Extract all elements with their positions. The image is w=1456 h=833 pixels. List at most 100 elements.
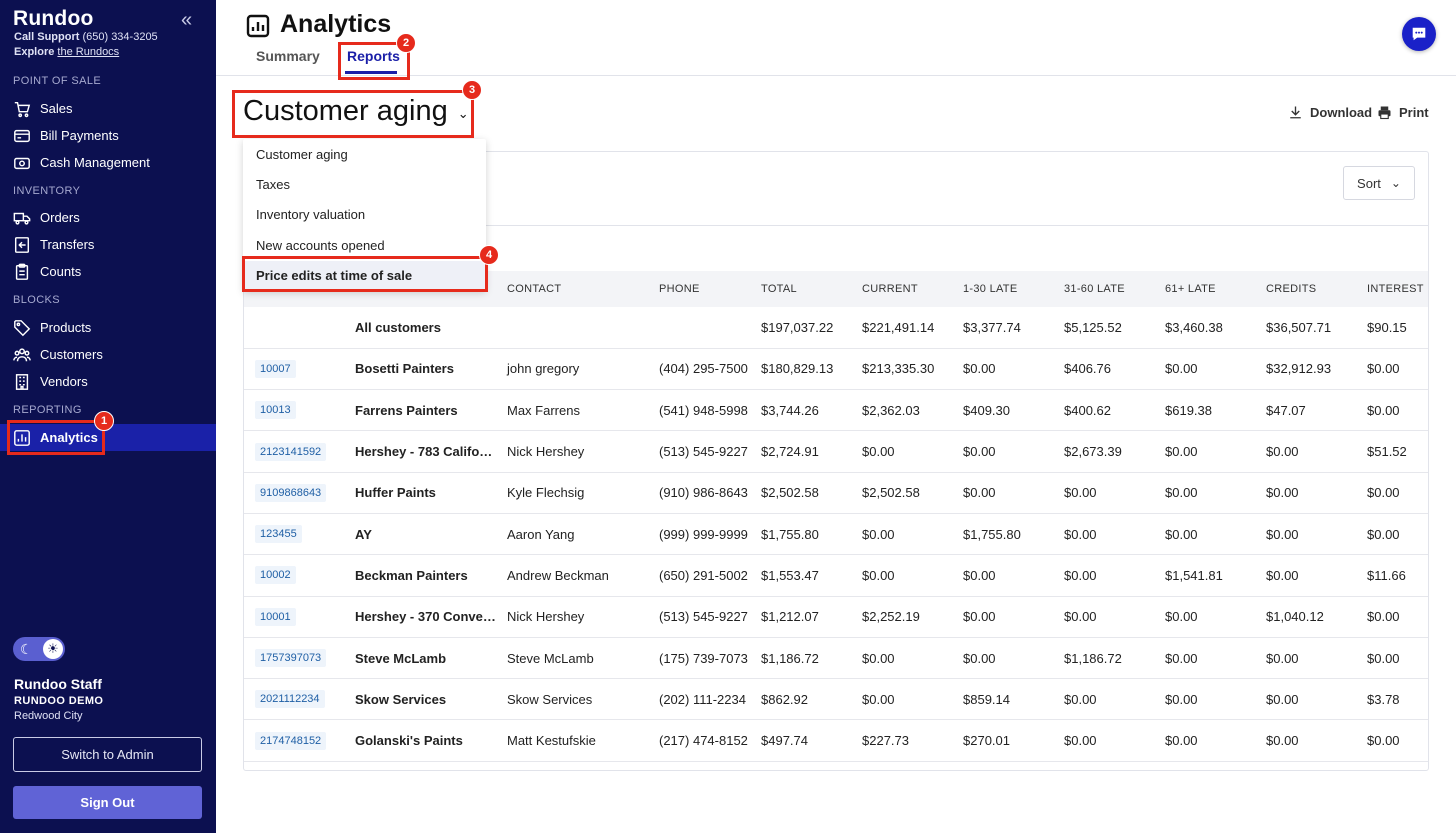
section-reporting: REPORTING <box>13 404 82 416</box>
download-button[interactable]: Download <box>1288 105 1372 120</box>
cell-id: 10001 <box>244 596 344 638</box>
table-row[interactable]: 9109868643 Huffer Paints Kyle Flechsig (910… <box>244 472 1428 514</box>
sidebar-item-products[interactable]: Products <box>0 314 216 341</box>
call-support: Call Support (650) 334-3205 <box>14 31 158 43</box>
summary-row: All customers $197,037.22 $221,491.14 $3… <box>244 307 1428 349</box>
cell-late60: $0.00 <box>1053 678 1154 721</box>
cell-contact: Kyle Flechsig <box>496 472 648 514</box>
theme-toggle[interactable]: ☾ ☀ <box>13 637 65 661</box>
table-row[interactable]: 10001 Hershey - 370 Conve… Nick Hershey (51… <box>244 596 1428 638</box>
cell-name: Hershey - 783 Califo… <box>344 430 496 473</box>
col-header-31-60-late[interactable]: 31-60 LATE <box>1053 271 1154 307</box>
menu-item-customer-aging[interactable]: Customer aging <box>243 139 486 169</box>
menu-item-inventory-valuation[interactable]: Inventory valuation <box>243 200 486 230</box>
col-header-1-30-late[interactable]: 1-30 LATE <box>952 271 1053 307</box>
cell-late60: $0.00 <box>1053 719 1154 762</box>
col-header-contact[interactable]: CONTACT <box>496 271 648 307</box>
print-button[interactable]: Print <box>1377 105 1429 120</box>
collapse-sidebar-icon[interactable]: « <box>181 9 192 32</box>
table-row[interactable]: 10007 Bosetti Painters john gregory (404) 2… <box>244 348 1428 391</box>
customer-id-link[interactable]: 2174748152 <box>255 731 327 750</box>
cell-name: Hershey - 370 Conve… <box>344 596 496 638</box>
sign-out-button[interactable]: Sign Out <box>13 786 202 819</box>
cell-contact: Nick Hershey <box>496 596 648 638</box>
cell-interest: $0.00 <box>1356 513 1428 556</box>
summary-late30: $3,377.74 <box>952 307 1053 349</box>
cell-contact: Steve McLamb <box>496 637 648 680</box>
col-header-total[interactable]: TOTAL <box>750 271 851 307</box>
customer-id-link[interactable]: 1757397073 <box>255 649 327 668</box>
cell-late61: $0.00 <box>1154 348 1255 391</box>
cell-late61: $1,541.81 <box>1154 554 1255 597</box>
customer-id-link[interactable]: 2123141592 <box>255 442 327 461</box>
cell-total: $1,553.47 <box>750 554 851 597</box>
col-header-current[interactable]: CURRENT <box>851 271 952 307</box>
sidebar-item-transfers[interactable]: Transfers <box>0 231 216 258</box>
cell-id: 9109868643 <box>244 472 344 514</box>
table-row[interactable]: 2021112234 Skow Services Skow Services (202… <box>244 678 1428 721</box>
sidebar-item-orders[interactable]: Orders <box>0 204 216 231</box>
customer-id-link[interactable]: 2021112234 <box>255 690 325 709</box>
sidebar-item-counts[interactable]: Counts <box>0 258 216 285</box>
table-row[interactable]: 123455 AY Aaron Yang (999) 999-9999 $1,755.8… <box>244 513 1428 556</box>
sidebar-item-label: Cash Management <box>40 155 150 170</box>
table-row[interactable]: 2174748152 Golanski's Paints Matt Kestufsk… <box>244 719 1428 762</box>
cell-late60: $0.00 <box>1053 513 1154 556</box>
table-row[interactable]: 2123141592 Hershey - 783 Califo… Nick Hers… <box>244 430 1428 473</box>
cell-credits: $0.00 <box>1255 678 1356 721</box>
customer-id-link[interactable]: 10002 <box>255 566 296 585</box>
customer-id-link[interactable]: 123455 <box>255 525 302 544</box>
cell-current: $227.73 <box>851 719 952 762</box>
sidebar-item-bill-payments[interactable]: Bill Payments <box>0 122 216 149</box>
summary-late61: $3,460.38 <box>1154 307 1255 349</box>
analytics-icon <box>246 14 270 38</box>
sort-dropdown[interactable]: Sort ⌄ <box>1343 166 1415 200</box>
sidebar-item-sales[interactable]: Sales <box>0 95 216 122</box>
rundocs-link[interactable]: the Rundocs <box>57 46 119 58</box>
cell-interest: $0.00 <box>1356 472 1428 514</box>
cell-id: 123455 <box>244 513 344 556</box>
cell-interest: $3.78 <box>1356 678 1428 721</box>
customer-id-link[interactable]: 10013 <box>255 401 296 420</box>
summary-name: All customers <box>344 307 496 349</box>
chat-icon <box>1412 27 1426 41</box>
col-header-interest[interactable]: INTEREST <box>1356 271 1428 307</box>
menu-item-taxes[interactable]: Taxes <box>243 169 486 199</box>
cell-total: $3,744.26 <box>750 389 851 432</box>
cell-name: Skow Services <box>344 678 496 721</box>
col-header-phone[interactable]: PHONE <box>648 271 750 307</box>
cell-late60: $0.00 <box>1053 472 1154 514</box>
cell-interest: $51.52 <box>1356 430 1428 473</box>
switch-to-admin-button[interactable]: Switch to Admin <box>13 737 202 772</box>
summary-id <box>244 307 344 349</box>
section-blocks: BLOCKS <box>13 294 61 306</box>
explore-label: Explore <box>14 46 55 58</box>
customer-id-link[interactable]: 10007 <box>255 359 296 378</box>
cash-icon <box>14 157 30 169</box>
support-phone[interactable]: (650) 334-3205 <box>82 31 157 43</box>
cell-late30: $859.14 <box>952 678 1053 721</box>
sidebar-item-customers[interactable]: Customers <box>0 341 216 368</box>
cell-contact: Andrew Beckman <box>496 554 648 597</box>
tab-summary[interactable]: Summary <box>256 48 320 64</box>
cell-credits: $0.00 <box>1255 430 1356 473</box>
col-header-credits[interactable]: CREDITS <box>1255 271 1356 307</box>
cell-total: $1,212.07 <box>750 596 851 638</box>
printer-icon <box>1378 106 1391 120</box>
table-row[interactable]: 1757397073 Steve McLamb Steve McLamb (175) … <box>244 637 1428 680</box>
cell-credits: $47.07 <box>1255 389 1356 432</box>
sidebar-item-vendors[interactable]: Vendors <box>0 368 216 395</box>
cell-contact: Aaron Yang <box>496 513 648 556</box>
download-icon <box>1290 106 1301 119</box>
support-label: Call Support <box>14 31 80 43</box>
col-header-61-late[interactable]: 61+ LATE <box>1154 271 1255 307</box>
customer-id-link[interactable]: 10001 <box>255 607 296 626</box>
users-icon <box>13 347 31 361</box>
cell-id: 10002 <box>244 554 344 597</box>
customer-id-link[interactable]: 9109868643 <box>255 483 327 502</box>
brand-logo[interactable]: Rundoo <box>13 7 94 31</box>
table-row[interactable]: 10013 Farrens Painters Max Farrens (541) 94… <box>244 389 1428 432</box>
table-row[interactable]: 10002 Beckman Painters Andrew Beckman (650)… <box>244 554 1428 597</box>
sidebar-item-cash-management[interactable]: Cash Management <box>0 149 216 176</box>
chat-button[interactable] <box>1402 17 1436 51</box>
